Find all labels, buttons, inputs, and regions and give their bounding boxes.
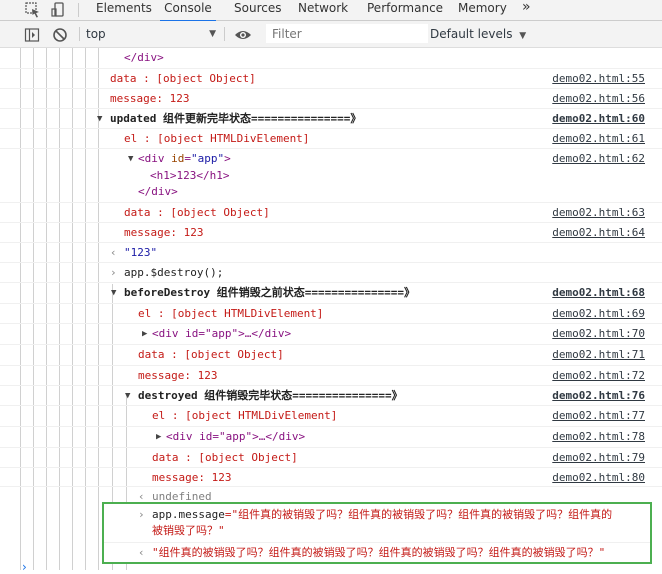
- source-link[interactable]: demo02.html:70: [552, 324, 645, 344]
- source-link[interactable]: demo02.html:79: [552, 448, 645, 468]
- source-link[interactable]: demo02.html:72: [552, 366, 645, 386]
- inspect-element-icon[interactable]: [24, 1, 42, 19]
- log-row: </div>: [0, 182, 662, 202]
- log-message: message: 123: [110, 92, 190, 105]
- command-text: app.$destroy();: [124, 266, 224, 279]
- log-message: data : [object Object]: [152, 451, 298, 464]
- highlight-box: › app.message="组件真的被销毁了吗？组件真的被销毁了吗？组件真的被…: [102, 502, 652, 564]
- log-message: message: 123: [152, 471, 232, 484]
- log-row: data : [object Object] demo02.html:79: [0, 447, 662, 468]
- source-link[interactable]: demo02.html:61: [552, 129, 645, 149]
- source-link[interactable]: demo02.html:55: [552, 69, 645, 89]
- log-message: data : [object Object]: [124, 206, 270, 219]
- log-group-header[interactable]: ▼ updated 组件更新完毕状态===============》 demo0…: [0, 108, 662, 129]
- console-prompt-icon[interactable]: ›: [22, 560, 27, 574]
- command-row: › app.message="组件真的被销毁了吗？组件真的被销毁了吗？组件真的被…: [104, 504, 650, 542]
- tab-separator: [78, 3, 79, 17]
- log-row: </div>: [0, 48, 662, 68]
- source-link[interactable]: demo02.html:63: [552, 203, 645, 223]
- html-element-collapsed: <div id="app">…</div>: [166, 430, 306, 443]
- source-link[interactable]: demo02.html:76: [552, 386, 645, 406]
- group-expanded-arrow-icon[interactable]: ▼: [125, 386, 130, 406]
- log-message: el : [object HTMLDivElement]: [124, 132, 310, 145]
- log-group-header[interactable]: ▼ destroyed 组件销毁完毕状态===============》 dem…: [0, 385, 662, 406]
- log-message: message: 123: [138, 369, 218, 382]
- source-link[interactable]: demo02.html:56: [552, 89, 645, 109]
- group-expanded-arrow-icon[interactable]: ▼: [97, 109, 102, 129]
- log-row: data : [object Object] demo02.html:55: [0, 68, 662, 89]
- context-selector-value: top: [86, 27, 106, 41]
- source-link[interactable]: demo02.html:77: [552, 406, 645, 426]
- html-element-collapsed: <div id="app">…</div>: [152, 327, 292, 340]
- log-message: el : [object HTMLDivElement]: [152, 409, 338, 422]
- tab-sources[interactable]: Sources: [234, 0, 281, 20]
- source-link[interactable]: demo02.html:68: [552, 283, 645, 303]
- html-close-tag: </div>: [138, 185, 178, 198]
- devtools-tab-bar: Elements Console Sources Network Perform…: [0, 0, 662, 22]
- log-levels-dropdown[interactable]: Default levels ▼: [430, 21, 526, 47]
- result-row: ‹ "123": [0, 242, 662, 263]
- log-message: data : [object Object]: [138, 348, 284, 361]
- device-toolbar-icon[interactable]: [50, 1, 68, 19]
- result-arrow-icon: ‹: [110, 246, 117, 259]
- element-collapsed-arrow-icon[interactable]: ▶: [156, 427, 161, 447]
- eye-icon[interactable]: [234, 26, 252, 42]
- log-row: message: 123 demo02.html:80: [0, 467, 662, 488]
- tab-elements[interactable]: Elements: [96, 0, 152, 20]
- toolbar-separator: [79, 27, 80, 41]
- chevron-down-icon: ▼: [209, 29, 216, 39]
- log-row: el : [object HTMLDivElement] demo02.html…: [0, 405, 662, 426]
- clear-console-icon[interactable]: [52, 26, 68, 42]
- source-link[interactable]: demo02.html:80: [552, 468, 645, 488]
- log-row: el : [object HTMLDivElement] demo02.html…: [0, 303, 662, 324]
- log-row[interactable]: ▶ <div id="app">…</div> demo02.html:78: [0, 426, 662, 447]
- console-toolbar: top ▼ Default levels ▼: [0, 21, 662, 48]
- command-text: app.message="组件真的被销毁了吗？组件真的被销毁了吗？组件真的被销毁…: [152, 508, 613, 521]
- log-row: data : [object Object] demo02.html:71: [0, 344, 662, 365]
- log-row: el : [object HTMLDivElement] demo02.html…: [0, 128, 662, 149]
- tab-network[interactable]: Network: [298, 0, 348, 20]
- tab-performance[interactable]: Performance: [367, 0, 443, 20]
- command-prompt-icon: ›: [110, 266, 117, 279]
- log-row: data : [object Object] demo02.html:63: [0, 202, 662, 223]
- filter-input[interactable]: [266, 24, 428, 43]
- group-title: destroyed 组件销毁完毕状态===============》: [138, 389, 403, 402]
- command-row: › app.$destroy();: [0, 262, 662, 283]
- source-link[interactable]: demo02.html:78: [552, 427, 645, 447]
- context-selector[interactable]: top ▼: [86, 21, 218, 47]
- log-message: message: 123: [124, 226, 204, 239]
- log-row: message: 123 demo02.html:72: [0, 365, 662, 386]
- source-link[interactable]: demo02.html:71: [552, 345, 645, 365]
- log-row: message: 123 demo02.html:64: [0, 222, 662, 243]
- group-title: beforeDestroy 组件销毁之前状态===============》: [124, 286, 416, 299]
- html-close-tag: </div>: [124, 51, 164, 64]
- more-tabs-button[interactable]: »: [522, 0, 531, 20]
- log-group-header[interactable]: ▼ beforeDestroy 组件销毁之前状态===============》…: [0, 282, 662, 303]
- result-arrow-icon: ‹: [138, 546, 145, 559]
- element-collapsed-arrow-icon[interactable]: ▶: [142, 324, 147, 344]
- source-link[interactable]: demo02.html:60: [552, 109, 645, 129]
- source-link[interactable]: demo02.html:69: [552, 304, 645, 324]
- chevron-down-icon: ▼: [519, 31, 527, 41]
- tab-console[interactable]: Console: [160, 0, 216, 22]
- group-title: updated 组件更新完毕状态===============》: [110, 112, 362, 125]
- group-expanded-arrow-icon[interactable]: ▼: [111, 283, 116, 303]
- log-row[interactable]: ▶ <div id="app">…</div> demo02.html:70: [0, 323, 662, 344]
- log-message: el : [object HTMLDivElement]: [138, 307, 324, 320]
- command-prompt-icon: ›: [138, 508, 145, 521]
- sidebar-toggle-icon[interactable]: [24, 26, 40, 42]
- console-output: </div> data : [object Object] demo02.htm…: [0, 48, 662, 570]
- source-link[interactable]: demo02.html:64: [552, 223, 645, 243]
- tab-memory[interactable]: Memory: [458, 0, 507, 20]
- result-value: "组件真的被销毁了吗？组件真的被销毁了吗？组件真的被销毁了吗？组件真的被销毁了吗…: [152, 546, 606, 559]
- result-value: "123": [124, 246, 158, 259]
- command-text-continued: 被销毁了吗？": [152, 524, 225, 537]
- log-row: message: 123 demo02.html:56: [0, 88, 662, 109]
- log-message: data : [object Object]: [110, 72, 256, 85]
- toolbar-separator: [224, 27, 225, 41]
- result-row: ‹ "组件真的被销毁了吗？组件真的被销毁了吗？组件真的被销毁了吗？组件真的被销毁…: [104, 542, 650, 563]
- log-levels-label: Default levels: [430, 27, 513, 41]
